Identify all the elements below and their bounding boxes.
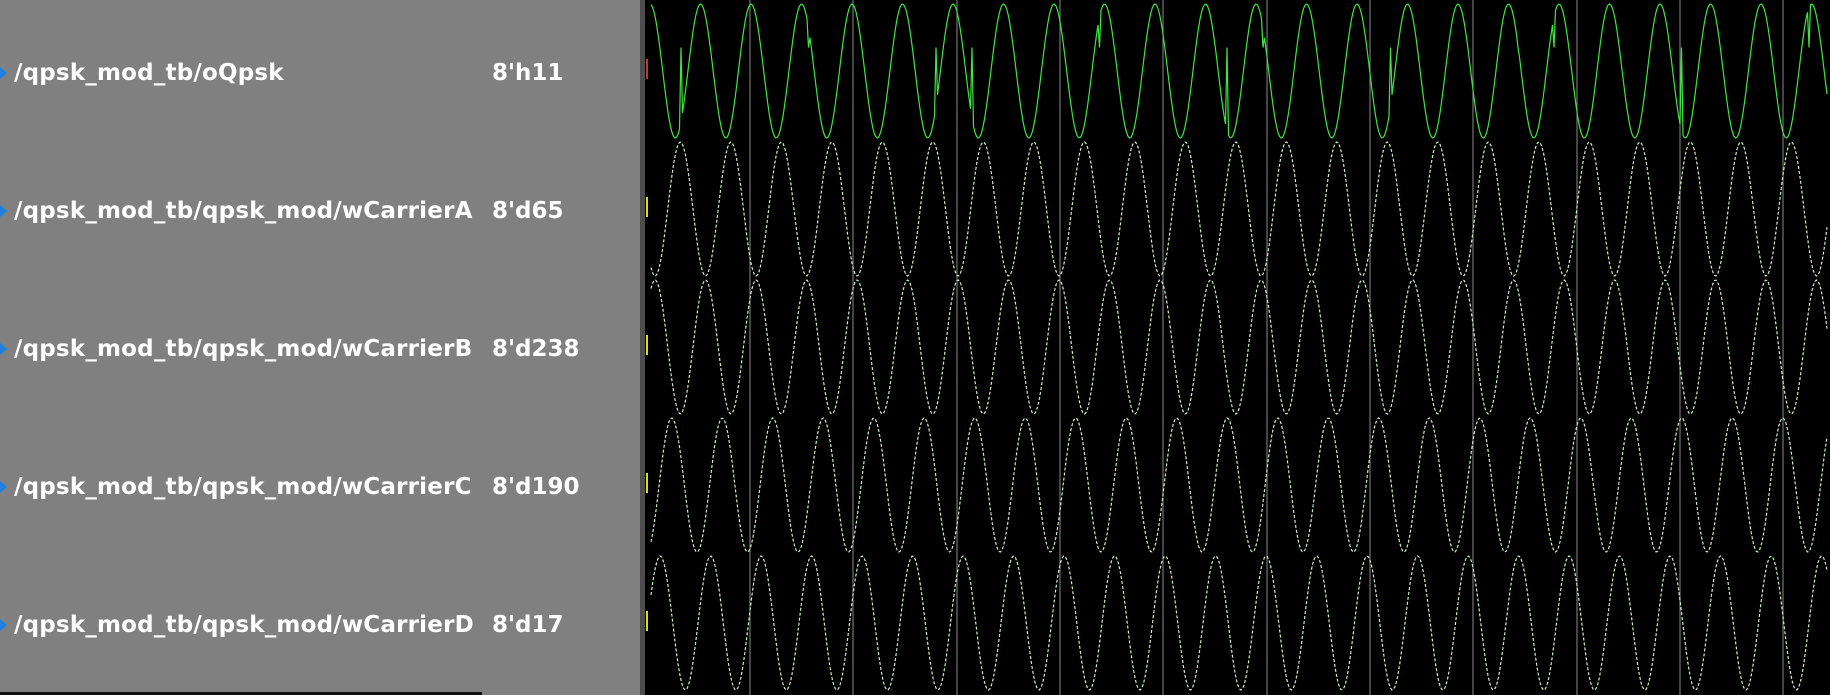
waveform-trace — [650, 279, 1828, 415]
signal-row-wcarrierc[interactable]: /qpsk_mod_tb/qpsk_mod/wCarrierC — [0, 467, 486, 507]
waveform-trace — [650, 417, 1828, 553]
expand-arrow-icon[interactable] — [0, 343, 7, 355]
signal-value: 8'd190 — [492, 474, 580, 500]
waveform-trace — [650, 555, 1828, 691]
signal-values-pane: 8'h11 8'd65 8'd238 8'd190 8'd17 — [486, 0, 1124, 695]
expand-arrow-icon[interactable] — [0, 481, 7, 493]
signal-name: /qpsk_mod_tb/qpsk_mod/wCarrierC — [14, 474, 472, 500]
waveform-trace — [650, 3, 1828, 139]
signal-row-wcarriera[interactable]: /qpsk_mod_tb/qpsk_mod/wCarrierA — [0, 191, 486, 231]
signal-value: 8'd17 — [492, 612, 564, 638]
signal-name: /qpsk_mod_tb/qpsk_mod/wCarrierD — [14, 612, 474, 638]
waveform-pane[interactable] — [645, 0, 1830, 695]
waveform-canvas[interactable] — [645, 0, 1830, 695]
signal-name: /qpsk_mod_tb/qpsk_mod/wCarrierB — [14, 336, 473, 362]
signal-row-oqpsk[interactable]: /qpsk_mod_tb/oQpsk — [0, 53, 486, 93]
signal-names-pane: /qpsk_mod_tb/oQpsk /qpsk_mod_tb/qpsk_mod… — [0, 0, 486, 695]
expand-arrow-icon[interactable] — [0, 67, 7, 79]
signal-value: 8'h11 — [492, 60, 564, 86]
waveform-trace — [650, 141, 1828, 277]
signal-row-wcarrierb[interactable]: /qpsk_mod_tb/qpsk_mod/wCarrierB — [0, 329, 486, 369]
expand-arrow-icon[interactable] — [0, 619, 7, 631]
signal-value: 8'd238 — [492, 336, 580, 362]
signal-name: /qpsk_mod_tb/oQpsk — [14, 60, 284, 86]
signal-name: /qpsk_mod_tb/qpsk_mod/wCarrierA — [14, 198, 473, 224]
signal-value: 8'd65 — [492, 198, 564, 224]
signal-row-wcarrierd[interactable]: /qpsk_mod_tb/qpsk_mod/wCarrierD — [0, 605, 486, 645]
expand-arrow-icon[interactable] — [0, 205, 7, 217]
